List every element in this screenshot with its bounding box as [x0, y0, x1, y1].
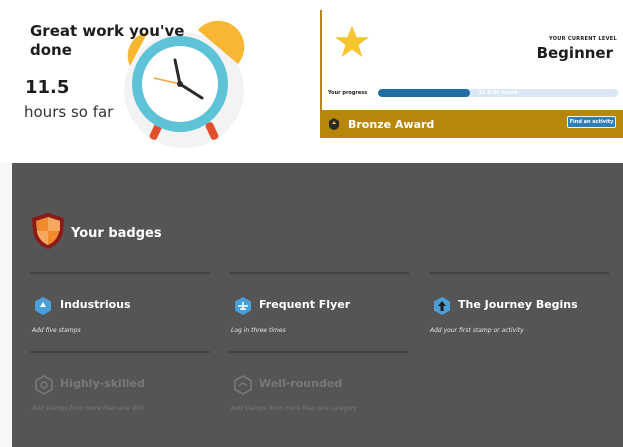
badge-title: Well-rounded — [259, 377, 343, 390]
badge-description: Log in three times — [231, 327, 286, 334]
divider — [229, 272, 409, 274]
panel-left-strip — [0, 163, 12, 447]
progress-text: 11.5/30 hours — [478, 90, 518, 96]
divider — [429, 272, 609, 274]
find-activity-button[interactable]: Find an activity — [567, 116, 616, 128]
award-name: Bronze Award — [348, 118, 435, 131]
badges-section-title: Your badges — [71, 226, 162, 241]
award-icon — [329, 118, 339, 130]
badge-hexagon-icon — [434, 297, 450, 315]
badge-title: Industrious — [60, 298, 131, 311]
shield-icon — [32, 213, 64, 249]
badge-hexagon-icon — [235, 297, 251, 315]
badge-hexagon-icon — [35, 297, 51, 315]
level-name: Beginner — [536, 44, 613, 62]
badge-description: Add your first stamp or activity — [430, 327, 524, 334]
star-icon — [334, 25, 370, 58]
badge-hexagon-icon — [234, 375, 252, 395]
hours-label: hours so far — [24, 103, 114, 121]
divider — [229, 351, 409, 353]
badge-description: Add stamps from more than one skill — [32, 405, 144, 412]
badge-description: Add five stamps — [32, 327, 81, 334]
hours-value: 11.5 — [25, 77, 70, 98]
progress-label: Your progress — [328, 90, 368, 96]
badge-hexagon-icon — [35, 375, 53, 395]
divider — [30, 351, 210, 353]
badge-title: Highly-skilled — [60, 377, 145, 390]
level-caption: YOUR CURRENT LEVEL — [549, 36, 617, 42]
divider — [30, 272, 210, 274]
badge-title: Frequent Flyer — [259, 298, 351, 311]
badge-title: The Journey Begins — [458, 298, 578, 311]
badge-description: Add stamps from more than one category — [231, 405, 358, 412]
hero-title: Great work you've done — [30, 22, 185, 59]
